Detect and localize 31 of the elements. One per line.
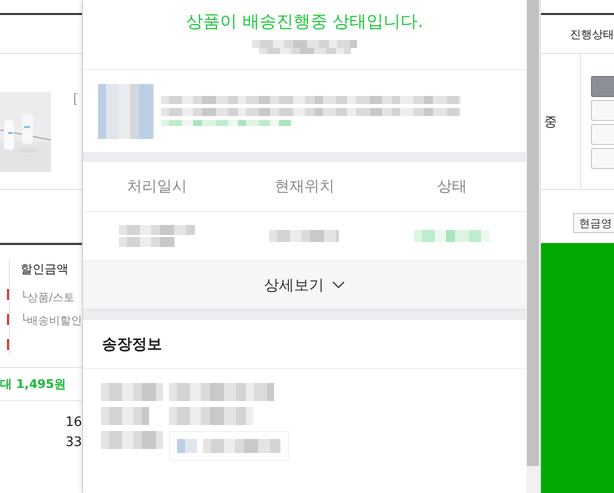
action-button[interactable] <box>591 76 614 97</box>
details-button[interactable]: 상세보기 <box>83 260 526 310</box>
column-header: 처리일시 <box>126 177 188 196</box>
blurred-text <box>101 383 163 401</box>
blurred-text <box>98 84 154 138</box>
column-header: 상태 <box>436 177 468 196</box>
warning-mark <box>7 314 10 325</box>
discount-item: └배송비할인 <box>20 313 82 328</box>
action-button[interactable] <box>591 148 614 169</box>
blurred-text <box>177 439 197 453</box>
product-name: [ <box>73 92 78 108</box>
warning-mark <box>7 289 10 300</box>
discount-label: 할인금액 <box>20 261 70 278</box>
status-title: 상품이 배송진행중 상태입니다. <box>186 11 424 34</box>
blurred-text <box>118 237 175 247</box>
status-text: 중 <box>544 114 557 130</box>
receipt-button[interactable]: 현금영 <box>573 213 614 233</box>
column-header: 진행상태 <box>541 15 614 54</box>
action-button[interactable] <box>591 124 614 145</box>
discount-item: └상품/스토 <box>20 290 76 305</box>
chevron-icon <box>332 281 345 289</box>
warning-mark <box>7 339 10 350</box>
action-button[interactable] <box>591 100 614 121</box>
blurred-text <box>101 431 163 449</box>
blurred-text <box>269 230 340 242</box>
amount-text: 33 <box>65 434 82 452</box>
amount-text: 16 <box>65 414 82 432</box>
scrollbar-thumb[interactable] <box>527 0 539 466</box>
section-title: 송장정보 <box>83 320 526 369</box>
column-header: 현재위치 <box>273 177 336 196</box>
blurred-text <box>101 407 149 425</box>
